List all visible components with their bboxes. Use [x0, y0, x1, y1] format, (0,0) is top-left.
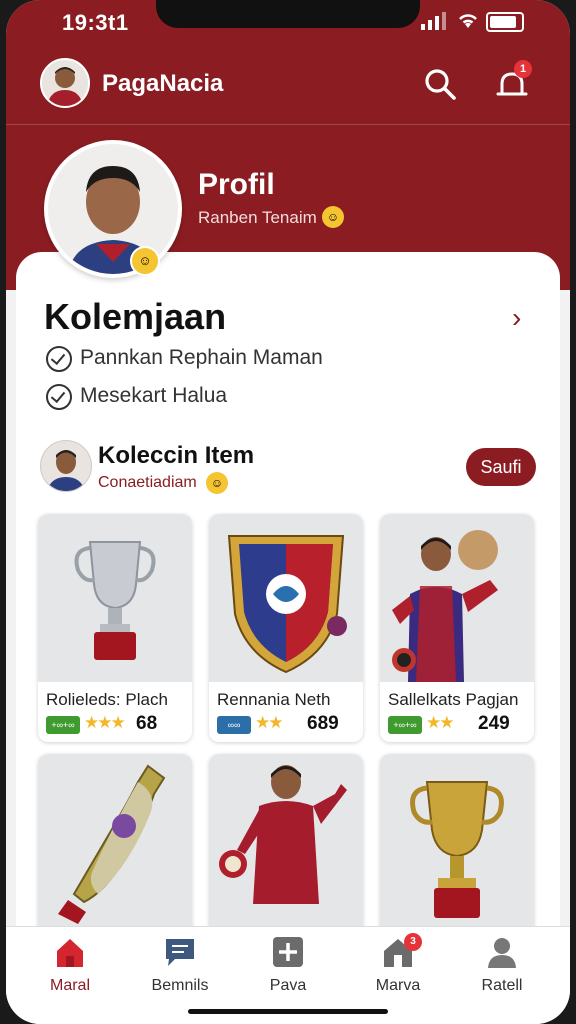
check-item-label: Mesekart Halua — [80, 384, 228, 407]
nav-item-pava[interactable]: Pava — [248, 935, 328, 1005]
collection-item[interactable] — [209, 754, 363, 954]
club-crest-image — [209, 514, 363, 682]
phone-screen: 19:3t1 PagaNacia 1 ☺ Profil Ranben Tenai… — [6, 0, 570, 1024]
nav-label: Marva — [375, 977, 421, 994]
nav-item-maral[interactable]: Maral — [30, 935, 110, 1005]
trophy-image — [38, 514, 192, 682]
item-tag: +∞+∞ — [46, 716, 80, 734]
star-rating-icon: ★★ — [426, 713, 455, 732]
nav-item-marva[interactable]: 3 Marva — [358, 933, 438, 1005]
content-card: Kolemjaan › Pannkan Rephain Maman Meseka… — [16, 252, 560, 954]
nav-label: Ratell — [481, 977, 523, 994]
check-item-label: Pannkan Rephain Maman — [80, 346, 323, 369]
nav-label: Bemnils — [151, 977, 209, 994]
collection-subtitle: Conaetiadiam — [98, 474, 197, 491]
chevron-right-icon[interactable]: › — [512, 302, 521, 334]
emoji-icon: ☺ — [322, 206, 344, 228]
notification-badge: 1 — [514, 60, 532, 78]
star-rating-icon: ★★ — [255, 713, 284, 732]
status-bar: 19:3t1 — [6, 0, 570, 44]
smile-emoji-icon: ☺ — [130, 246, 160, 276]
wifi-icon — [459, 14, 477, 28]
item-tag: +∞+∞ — [388, 716, 422, 734]
nav-item-ratell[interactable]: Ratell — [462, 935, 542, 1005]
add-icon — [273, 937, 303, 967]
vase-trophy-image — [38, 754, 192, 954]
collection-item[interactable] — [380, 754, 534, 954]
profile-title: Profil — [198, 168, 275, 201]
home-indicator — [188, 1009, 388, 1014]
nav-label: Maral — [49, 977, 90, 994]
item-score: 68 — [136, 713, 158, 734]
camera-notch — [156, 0, 420, 28]
notification-badge: 3 — [404, 933, 422, 951]
item-name: Rennania Neth — [217, 690, 331, 709]
signal-icon — [421, 12, 446, 30]
app-title: PagaNacia — [102, 70, 224, 97]
status-time: 19:3t1 — [62, 10, 129, 35]
collection-item[interactable]: Rolieleds: Plach +∞+∞ ★★★ 68 — [38, 514, 192, 742]
collection-item[interactable]: Sallelkats Pagjan +∞+∞ ★★ 249 — [380, 514, 534, 742]
collection-title: Koleccin Item — [98, 442, 255, 469]
app-bar: PagaNacia 1 — [6, 48, 570, 125]
section-title: Kolemjaan — [44, 296, 227, 337]
item-score: 249 — [478, 713, 510, 734]
home-icon — [57, 939, 83, 967]
search-icon[interactable] — [422, 66, 458, 102]
check-circle-icon — [46, 346, 72, 372]
player-image — [380, 514, 534, 682]
avatar[interactable] — [40, 58, 90, 108]
collection-item[interactable]: Rennania Neth ∞∞ ★★ 689 — [209, 514, 363, 742]
gold-trophy-image — [380, 754, 534, 954]
battery-icon — [486, 12, 524, 32]
check-circle-icon — [46, 384, 72, 410]
bottom-nav: Maral Bemnils Pava 3 Marva Ratell — [6, 926, 570, 1024]
collection-avatar — [40, 440, 92, 492]
chat-icon — [166, 939, 194, 966]
collection-item[interactable] — [38, 754, 192, 954]
nav-item-bemnils[interactable]: Bemnils — [140, 935, 220, 1005]
item-tag: ∞∞ — [217, 716, 251, 734]
notification-button[interactable]: 1 — [492, 60, 532, 104]
item-score: 689 — [307, 713, 339, 734]
profile-avatar[interactable] — [44, 140, 182, 278]
profile-subtitle: Ranben Tenaim — [198, 208, 317, 227]
emoji-icon: ☺ — [206, 472, 228, 494]
item-name: Sallelkats Pagjan — [388, 690, 519, 709]
player-image — [209, 754, 363, 954]
nav-label: Pava — [269, 977, 307, 994]
item-name: Rolieleds: Plach — [46, 690, 168, 709]
saufi-button[interactable]: Saufi — [466, 448, 536, 486]
star-rating-icon: ★★★ — [84, 713, 126, 732]
user-icon — [488, 938, 516, 968]
